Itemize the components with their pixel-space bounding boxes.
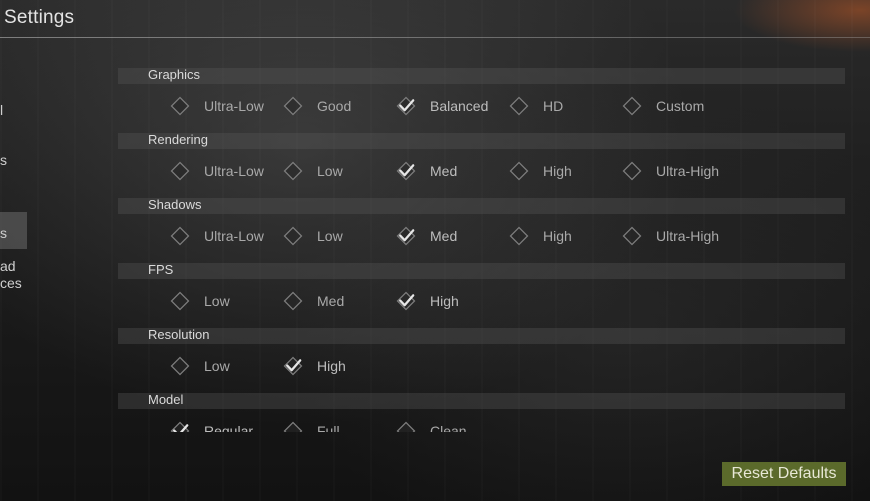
section-title: Resolution (148, 327, 210, 342)
section-title: Shadows (148, 197, 202, 212)
checked-diamond-icon (395, 225, 417, 247)
option-label: High (317, 358, 346, 374)
option-label: Custom (656, 98, 705, 114)
option-label: Low (204, 358, 230, 374)
diamond-icon (169, 355, 191, 377)
diamond-icon (169, 95, 191, 117)
option-rendering-3[interactable]: High (508, 160, 572, 182)
option-label: Ultra-High (656, 163, 720, 179)
option-graphics-4[interactable]: Custom (621, 95, 704, 117)
section-header-model: Model (118, 392, 845, 409)
option-rendering-1[interactable]: Low (282, 160, 343, 182)
section-title: FPS (148, 262, 174, 277)
option-shadows-0[interactable]: Ultra-Low (169, 225, 264, 247)
checked-diamond-icon (282, 355, 304, 377)
option-label: HD (543, 98, 564, 114)
sidebar-item-2[interactable]: s (0, 152, 7, 169)
option-label: Low (317, 163, 343, 179)
section-header-graphics: Graphics (118, 67, 845, 84)
option-shadows-4[interactable]: Ultra-High (621, 225, 719, 247)
option-fps-2[interactable]: High (395, 290, 459, 312)
option-resolution-1[interactable]: High (282, 355, 346, 377)
option-rendering-0[interactable]: Ultra-Low (169, 160, 264, 182)
option-label: Full (317, 423, 340, 432)
section-header-shadows: Shadows (118, 197, 845, 214)
diamond-icon (508, 95, 530, 117)
diamond-icon (395, 420, 417, 432)
option-label: Med (430, 228, 458, 244)
option-label: Regular (204, 423, 254, 432)
section-header-resolution: Resolution (118, 327, 845, 344)
option-label: Clean (430, 423, 467, 432)
option-graphics-3[interactable]: HD (508, 95, 563, 117)
option-shadows-2[interactable]: Med (395, 225, 457, 247)
section-title: Rendering (148, 132, 208, 147)
checked-diamond-icon (169, 420, 191, 432)
option-label: Balanced (430, 98, 489, 114)
option-fps-1[interactable]: Med (282, 290, 344, 312)
option-label: Med (430, 163, 458, 179)
settings-panel: Graphics Ultra-Low Good Balanced HD Custom Ren… (118, 60, 845, 432)
diamond-icon (169, 290, 191, 312)
reset-defaults-button[interactable]: Reset Defaults (722, 462, 846, 486)
diamond-icon (282, 95, 304, 117)
sidebar: l s s ad ces (0, 38, 30, 501)
checked-diamond-icon (395, 95, 417, 117)
option-model-2[interactable]: Clean (395, 420, 467, 432)
option-label: Low (317, 228, 343, 244)
option-shadows-3[interactable]: High (508, 225, 572, 247)
top-bar: Settings (0, 0, 870, 37)
sidebar-item-1[interactable]: l (0, 102, 3, 119)
option-resolution-0[interactable]: Low (169, 355, 230, 377)
option-shadows-1[interactable]: Low (282, 225, 343, 247)
option-label: Ultra-Low (204, 98, 264, 114)
sidebar-item-4[interactable]: s (0, 225, 7, 242)
diamond-icon (282, 420, 304, 432)
section-title: Graphics (148, 67, 201, 82)
option-label: Ultra-High (656, 228, 720, 244)
diamond-icon (169, 160, 191, 182)
option-graphics-2[interactable]: Balanced (395, 95, 488, 117)
sidebar-item-5[interactable]: ad ces (0, 258, 22, 292)
checked-diamond-icon (395, 290, 417, 312)
checked-diamond-icon (395, 160, 417, 182)
diamond-icon (508, 160, 530, 182)
option-label: High (543, 163, 572, 179)
diamond-icon (508, 225, 530, 247)
option-label: Ultra-Low (204, 228, 264, 244)
option-fps-0[interactable]: Low (169, 290, 230, 312)
diamond-icon (621, 160, 643, 182)
option-graphics-1[interactable]: Good (282, 95, 351, 117)
section-title: Model (148, 392, 184, 407)
option-model-1[interactable]: Full (282, 420, 340, 432)
option-label: High (543, 228, 572, 244)
settings-screen: Settings l s s ad ces Graphics Ultra-Low G… (0, 0, 870, 501)
option-label: Low (204, 293, 230, 309)
diamond-icon (169, 225, 191, 247)
option-label: Good (317, 98, 352, 114)
diamond-icon (621, 225, 643, 247)
option-label: Med (317, 293, 345, 309)
top-divider (0, 37, 870, 38)
diamond-icon (621, 95, 643, 117)
section-header-fps: FPS (118, 262, 845, 279)
section-header-rendering: Rendering (118, 132, 845, 149)
page-title: Settings (4, 7, 75, 28)
diamond-icon (282, 160, 304, 182)
option-graphics-0[interactable]: Ultra-Low (169, 95, 264, 117)
diamond-icon (282, 290, 304, 312)
option-label: High (430, 293, 459, 309)
option-label: Ultra-Low (204, 163, 264, 179)
option-rendering-4[interactable]: Ultra-High (621, 160, 719, 182)
diamond-icon (282, 225, 304, 247)
option-rendering-2[interactable]: Med (395, 160, 457, 182)
option-model-0[interactable]: Regular (169, 420, 253, 432)
